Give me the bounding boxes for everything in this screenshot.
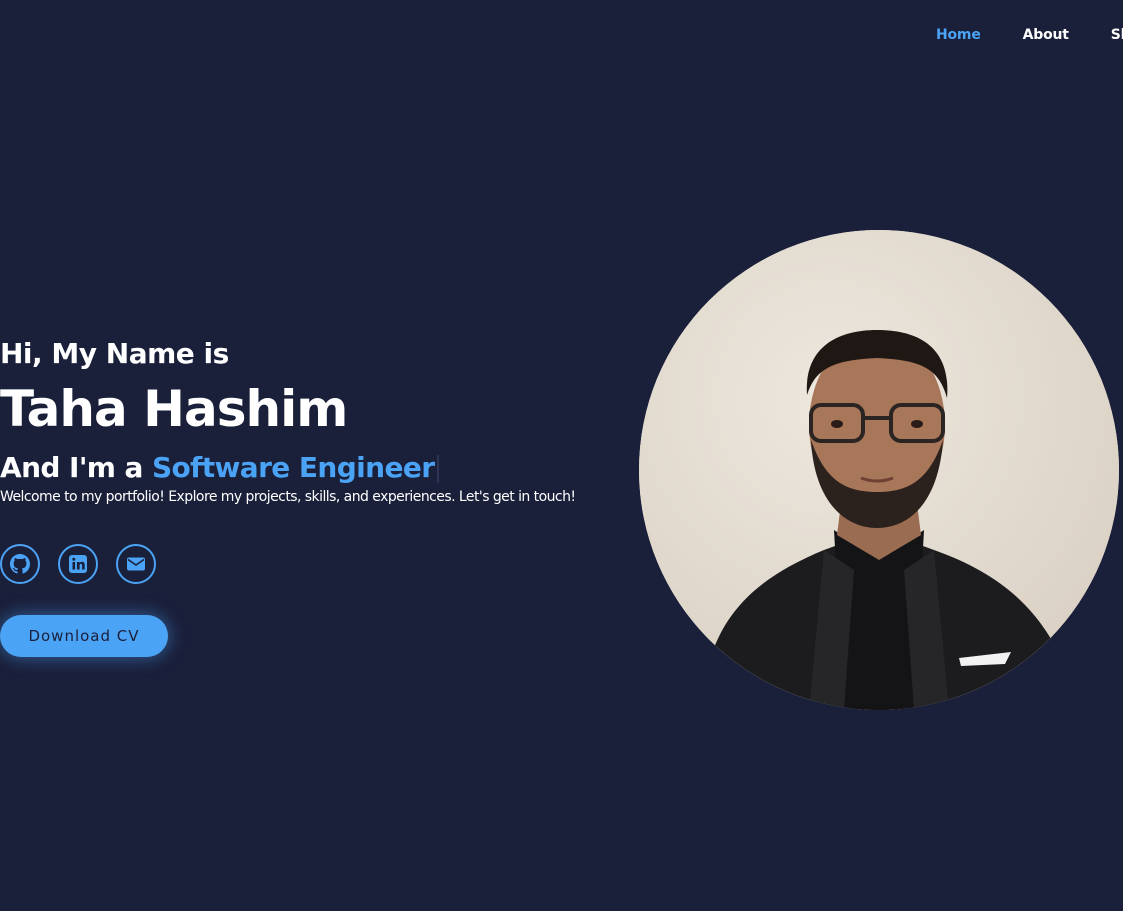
social-links [0,544,156,584]
profile-photo [639,230,1119,710]
hero-tagline: Welcome to my portfolio! Explore my proj… [0,489,576,505]
download-cv-button[interactable]: Download CV [0,615,168,657]
role-prefix: And I'm a [0,451,152,484]
envelope-icon [126,554,146,574]
typing-cursor [437,455,440,483]
hero-name: Taha Hashim [0,380,348,438]
linkedin-icon [68,554,88,574]
hero-section: Hi, My Name is Taha Hashim And I'm a Sof… [0,336,640,508]
nav-link-home[interactable]: Home [936,27,981,43]
hero-role-line: And I'm a Software Engineer [0,450,640,486]
nav-link-skills[interactable]: Sk [1111,27,1123,43]
nav-link-about[interactable]: About [1023,27,1069,43]
role-title: Software Engineer [151,451,435,484]
top-nav: Home About Sk [936,27,1123,43]
linkedin-link[interactable] [58,544,98,584]
github-link[interactable] [0,544,40,584]
email-link[interactable] [116,544,156,584]
github-icon [10,554,30,574]
hero-greeting: Hi, My Name is [0,337,229,370]
